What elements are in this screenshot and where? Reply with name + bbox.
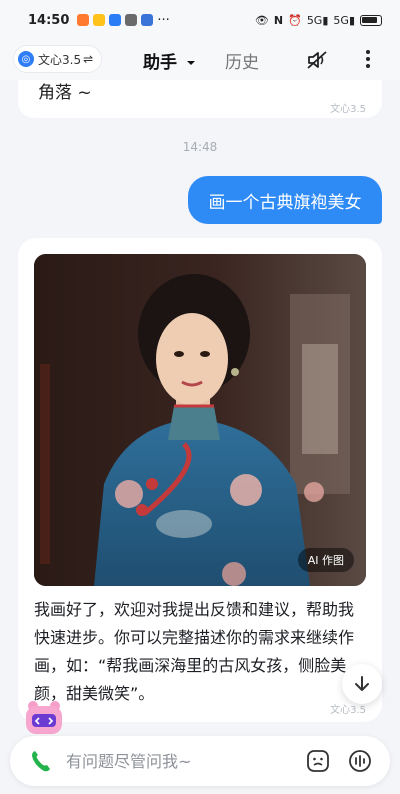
model-tag: 文心3.5 bbox=[330, 104, 366, 115]
ai-image-badge: AI 作图 bbox=[297, 548, 354, 572]
eye-icon: 👁 bbox=[254, 13, 269, 27]
model-logo-icon: ◎ bbox=[18, 51, 34, 67]
emoji-icon[interactable] bbox=[306, 749, 330, 773]
arrow-down-icon bbox=[355, 676, 369, 691]
signal-icon: 5G▮ bbox=[333, 13, 355, 27]
bot-reply-card: AI 作图 我画好了，欢迎对我提出反馈和建议，帮助我快速进步。你可以完整描述你的… bbox=[18, 238, 382, 722]
nfc-icon: N bbox=[273, 13, 284, 27]
mascot-icon[interactable] bbox=[22, 698, 66, 740]
status-time: 14:50 bbox=[28, 12, 70, 28]
battery-icon bbox=[360, 14, 382, 26]
voice-icon[interactable] bbox=[348, 749, 372, 773]
tab-assistant[interactable]: 助手 bbox=[143, 48, 196, 73]
previous-bot-message: 角落 ~ 文心3.5 bbox=[18, 80, 382, 118]
status-bar: 14:50 ··· 👁 N ⏰ 5G▮ 5G▮ bbox=[0, 0, 400, 40]
chat-input[interactable] bbox=[66, 748, 286, 774]
app-notification-icon bbox=[109, 14, 122, 26]
app-notification-icon bbox=[93, 14, 106, 26]
scroll-to-bottom-button[interactable] bbox=[342, 664, 382, 704]
phone-icon[interactable] bbox=[30, 749, 52, 773]
signal-icon: 5G▮ bbox=[306, 13, 329, 27]
mute-icon[interactable] bbox=[306, 50, 328, 70]
previous-message-text: 角落 ~ bbox=[38, 83, 92, 103]
more-icon[interactable] bbox=[360, 48, 376, 70]
model-switch-button[interactable]: ◎ 文心3.5 ⇌ bbox=[14, 46, 102, 72]
alarm-icon: ⏰ bbox=[288, 13, 302, 27]
generated-image[interactable]: AI 作图 bbox=[34, 254, 366, 586]
app-header: ◎ 文心3.5 ⇌ 助手 历史 bbox=[0, 40, 400, 80]
chevron-down-icon bbox=[186, 61, 195, 65]
app-notification-icon bbox=[77, 14, 90, 26]
tab-history[interactable]: 历史 bbox=[225, 48, 259, 73]
tab-assistant-label: 助手 bbox=[143, 53, 177, 73]
message-timestamp: 14:48 bbox=[182, 140, 218, 154]
app-notification-icon bbox=[141, 14, 154, 26]
switch-icon: ⇌ bbox=[83, 52, 94, 66]
qipao-woman-image bbox=[34, 254, 366, 586]
bot-reply-text: 我画好了，欢迎对我提出反馈和建议，帮助我快速进步。你可以完整描述你的需求来继续作… bbox=[34, 600, 355, 703]
app-notification-icon bbox=[125, 14, 138, 26]
more-notifications: ··· bbox=[157, 12, 170, 28]
input-bar bbox=[10, 736, 390, 786]
model-label: 文心3.5 bbox=[38, 52, 82, 67]
user-message-bubble[interactable]: 画一个古典旗袍美女 bbox=[188, 176, 382, 224]
